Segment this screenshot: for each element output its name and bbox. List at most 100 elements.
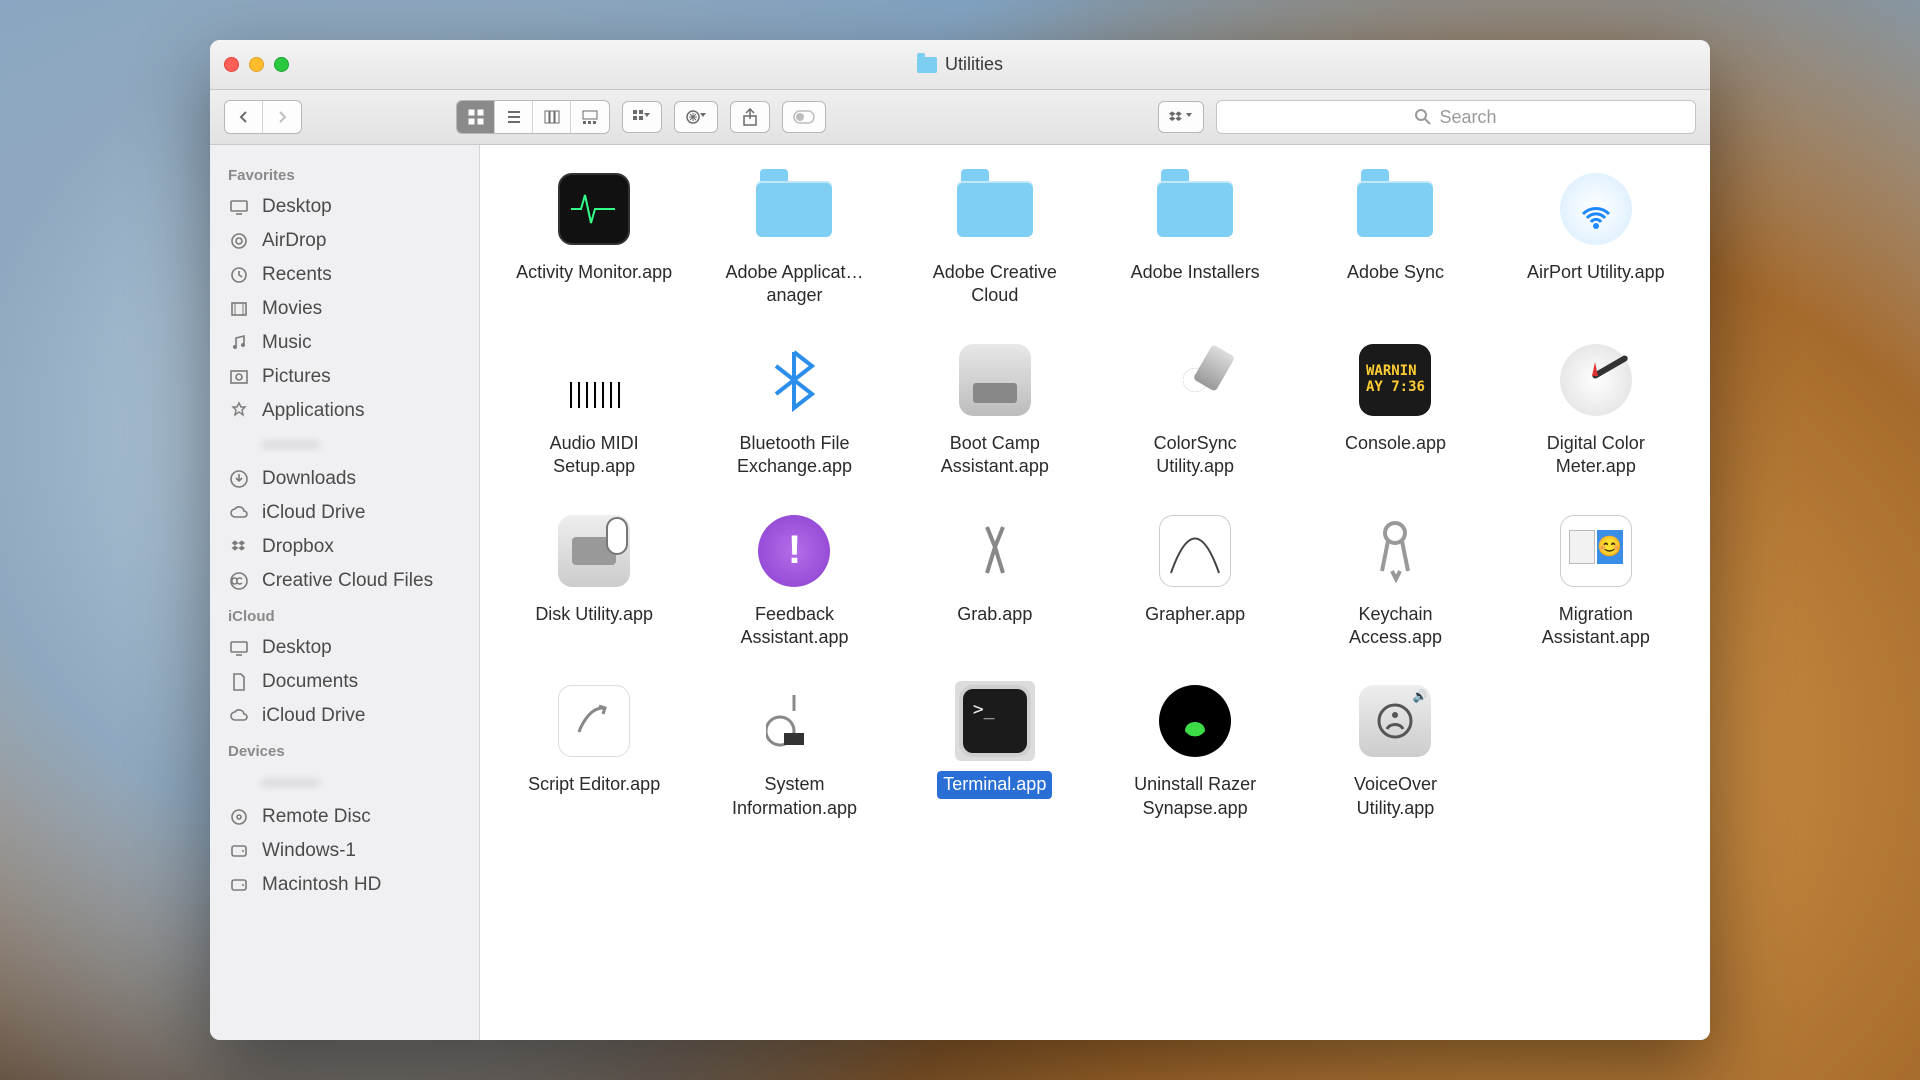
file-item-terminal-app[interactable]: >_Terminal.app — [909, 681, 1081, 822]
recents-icon — [228, 264, 250, 286]
file-item-system-information-app[interactable]: System Information.app — [708, 681, 880, 822]
file-item-label: Keychain Access.app — [1310, 601, 1480, 652]
file-item-colorsync-utility-app[interactable]: ColorSync Utility.app — [1109, 340, 1281, 481]
sidebar-item-remote-disc[interactable]: Remote Disc — [210, 800, 479, 834]
sidebar-item-label: Macintosh HD — [262, 874, 381, 896]
file-item-label: Feedback Assistant.app — [709, 601, 879, 652]
action-menu[interactable] — [674, 101, 718, 133]
file-item-adobe-creative-cloud[interactable]: Adobe Creative Cloud — [909, 169, 1081, 310]
search-field[interactable]: Search — [1216, 100, 1696, 134]
downloads-icon — [228, 468, 250, 490]
desktop-icon — [228, 637, 250, 659]
file-item-migration-assistant-app[interactable]: 😊Migration Assistant.app — [1510, 511, 1682, 652]
file-item-label: Boot Camp Assistant.app — [910, 430, 1080, 481]
grab-icon — [955, 511, 1035, 591]
documents-icon — [228, 671, 250, 693]
sidebar-item-label: AirDrop — [262, 230, 326, 252]
file-item-label: ColorSync Utility.app — [1110, 430, 1280, 481]
nav-back-forward — [224, 100, 302, 134]
finder-window: Utilities Search Favorites Desktop AirDrop… — [210, 40, 1710, 1040]
sidebar-item-windows-1[interactable]: Windows-1 — [210, 834, 479, 868]
razer-icon — [1155, 681, 1235, 761]
file-item-activity-monitor-app[interactable]: Activity Monitor.app — [508, 169, 680, 310]
file-item-console-app[interactable]: WARNINAY 7:36Console.app — [1309, 340, 1481, 481]
file-item-voiceover-utility-app[interactable]: 🔊 VoiceOver Utility.app — [1309, 681, 1481, 822]
file-item-keychain-access-app[interactable]: Keychain Access.app — [1309, 511, 1481, 652]
file-item-audio-midi-setup-app[interactable]: Audio MIDI Setup.app — [508, 340, 680, 481]
sidebar-item-downloads[interactable]: Downloads — [210, 462, 479, 496]
sidebar: Favorites Desktop AirDrop RecentsMovies Musi… — [210, 145, 480, 1040]
titlebar[interactable]: Utilities — [210, 40, 1710, 90]
sidebar-item-recents[interactable]: Recents — [210, 258, 479, 292]
sidebar-heading: Favorites — [210, 157, 479, 190]
sidebar-item-music[interactable]: Music — [210, 326, 479, 360]
toolbar: Search — [210, 90, 1710, 145]
arrange-menu[interactable] — [622, 101, 662, 133]
sidebar-item-label: ——— — [262, 434, 319, 456]
tags-button[interactable] — [782, 101, 826, 133]
view-mode-segmented — [456, 100, 610, 134]
sidebar-item-movies[interactable]: Movies — [210, 292, 479, 326]
sidebar-item-hidden[interactable]: ——— — [210, 766, 479, 800]
file-item-grapher-app[interactable]: Grapher.app — [1109, 511, 1281, 652]
forward-button[interactable] — [263, 101, 301, 133]
content-area[interactable]: Activity Monitor.app Adobe Applicat…anage… — [480, 145, 1710, 1040]
file-item-boot-camp-assistant-app[interactable]: Boot Camp Assistant.app — [909, 340, 1081, 481]
grapher-icon — [1155, 511, 1235, 591]
sidebar-item-desktop[interactable]: Desktop — [210, 190, 479, 224]
sidebar-item-airdrop[interactable]: AirDrop — [210, 224, 479, 258]
file-item-label: Adobe Applicat…anager — [709, 259, 879, 310]
desktop-icon — [228, 196, 250, 218]
column-view-button[interactable] — [533, 101, 571, 133]
sidebar-item-documents[interactable]: Documents — [210, 665, 479, 699]
sidebar-item-macintosh-hd[interactable]: Macintosh HD — [210, 868, 479, 902]
close-button[interactable] — [224, 57, 239, 72]
sidebar-item-label: Desktop — [262, 196, 332, 218]
minimize-button[interactable] — [249, 57, 264, 72]
music-icon — [228, 332, 250, 354]
file-item-feedback-assistant-app[interactable]: !Feedback Assistant.app — [708, 511, 880, 652]
sidebar-item-label: iCloud Drive — [262, 502, 365, 524]
sidebar-item-desktop[interactable]: Desktop — [210, 631, 479, 665]
folder-icon — [917, 57, 937, 73]
search-icon — [1415, 109, 1431, 125]
sidebar-item-icloud-drive[interactable]: iCloud Drive — [210, 496, 479, 530]
bluetooth-icon — [754, 340, 834, 420]
dropbox-toolbar-button[interactable] — [1158, 101, 1204, 133]
maximize-button[interactable] — [274, 57, 289, 72]
sidebar-item-pictures[interactable]: Pictures — [210, 360, 479, 394]
sidebar-item-creative-cloud-files[interactable]: Creative Cloud Files — [210, 564, 479, 598]
file-item-label: VoiceOver Utility.app — [1310, 771, 1480, 822]
sidebar-item-icloud-drive[interactable]: iCloud Drive — [210, 699, 479, 733]
file-item-label: Adobe Installers — [1125, 259, 1266, 286]
script-icon — [554, 681, 634, 761]
voiceover-icon: 🔊 — [1355, 681, 1435, 761]
file-item-label: Audio MIDI Setup.app — [509, 430, 679, 481]
sysinfo-icon — [754, 681, 834, 761]
file-item-script-editor-app[interactable]: Script Editor.app — [508, 681, 680, 822]
file-item-bluetooth-file-exchange-app[interactable]: Bluetooth File Exchange.app — [708, 340, 880, 481]
sidebar-item-dropbox[interactable]: Dropbox — [210, 530, 479, 564]
file-item-airport-utility-app[interactable]: AirPort Utility.app — [1510, 169, 1682, 310]
sidebar-item-label: Applications — [262, 400, 364, 422]
sidebar-item-label: Documents — [262, 671, 358, 693]
back-button[interactable] — [225, 101, 263, 133]
list-view-button[interactable] — [495, 101, 533, 133]
migration-icon: 😊 — [1556, 511, 1636, 591]
sidebar-item-label: Remote Disc — [262, 806, 371, 828]
file-item-adobe-applicat-anager[interactable]: Adobe Applicat…anager — [708, 169, 880, 310]
sidebar-item-label: Music — [262, 332, 312, 354]
file-item-digital-color-meter-app[interactable]: Digital Color Meter.app — [1510, 340, 1682, 481]
icon-view-button[interactable] — [457, 101, 495, 133]
file-item-grab-app[interactable]: Grab.app — [909, 511, 1081, 652]
colormeter-icon — [1556, 340, 1636, 420]
share-button[interactable] — [730, 101, 770, 133]
file-item-label: Uninstall Razer Synapse.app — [1110, 771, 1280, 822]
file-item-uninstall-razer-synapse-app[interactable]: Uninstall Razer Synapse.app — [1109, 681, 1281, 822]
sidebar-item-applications[interactable]: Applications — [210, 394, 479, 428]
file-item-adobe-installers[interactable]: Adobe Installers — [1109, 169, 1281, 310]
gallery-view-button[interactable] — [571, 101, 609, 133]
file-item-disk-utility-app[interactable]: Disk Utility.app — [508, 511, 680, 652]
file-item-adobe-sync[interactable]: Adobe Sync — [1309, 169, 1481, 310]
sidebar-item-hidden[interactable]: ——— — [210, 428, 479, 462]
